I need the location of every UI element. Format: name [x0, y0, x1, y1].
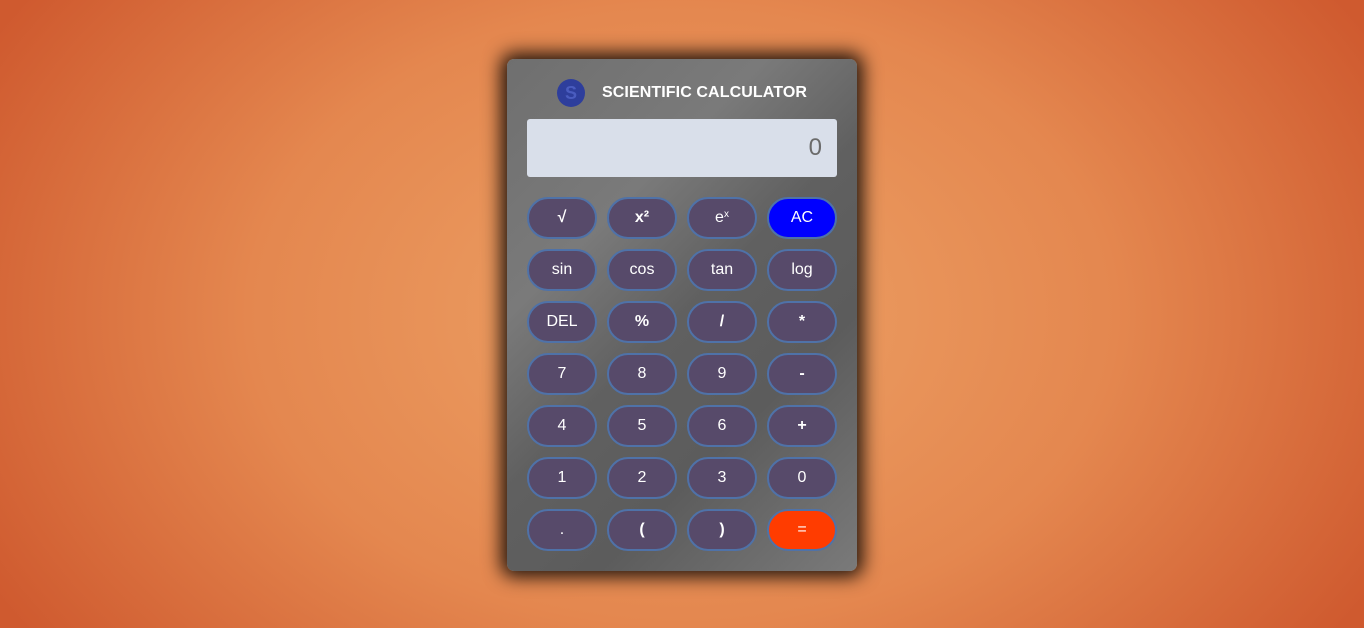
exp-base-label: e: [715, 209, 724, 226]
digit-2-button[interactable]: 2: [607, 457, 677, 499]
digit-4-button[interactable]: 4: [527, 405, 597, 447]
digit-8-button[interactable]: 8: [607, 353, 677, 395]
app-title: SCIENTIFIC CALCULATOR: [601, 84, 808, 101]
delete-button[interactable]: DEL: [527, 301, 597, 343]
logo-letter: S: [564, 82, 577, 103]
tan-button[interactable]: tan: [687, 249, 757, 291]
keypad: √ x² ex AC sin cos tan log DEL % / * 7 8…: [527, 197, 837, 551]
minus-button[interactable]: -: [767, 353, 837, 395]
digit-3-button[interactable]: 3: [687, 457, 757, 499]
exp-power-label: x: [723, 209, 729, 220]
logo-icon: S: [556, 79, 585, 107]
sqrt-button[interactable]: √: [527, 197, 597, 239]
decimal-button[interactable]: .: [527, 509, 597, 551]
plus-button[interactable]: +: [767, 405, 837, 447]
open-paren-button[interactable]: (: [607, 509, 677, 551]
calculator-header: S SCIENTIFIC CALCULATOR: [507, 79, 857, 107]
digit-1-button[interactable]: 1: [527, 457, 597, 499]
percent-button[interactable]: %: [607, 301, 677, 343]
divide-button[interactable]: /: [687, 301, 757, 343]
digit-0-button[interactable]: 0: [767, 457, 837, 499]
all-clear-button[interactable]: AC: [767, 197, 837, 239]
equals-button[interactable]: =: [767, 509, 837, 551]
cos-button[interactable]: cos: [607, 249, 677, 291]
log-button[interactable]: log: [767, 249, 837, 291]
exp-button[interactable]: ex: [687, 197, 757, 239]
digit-5-button[interactable]: 5: [607, 405, 677, 447]
sin-button[interactable]: sin: [527, 249, 597, 291]
digit-9-button[interactable]: 9: [687, 353, 757, 395]
calculator-display: [527, 119, 837, 177]
square-button[interactable]: x²: [607, 197, 677, 239]
multiply-button[interactable]: *: [767, 301, 837, 343]
digit-7-button[interactable]: 7: [527, 353, 597, 395]
display-input[interactable]: [542, 134, 822, 162]
calculator-panel: S SCIENTIFIC CALCULATOR √ x² ex AC sin c…: [507, 59, 857, 571]
close-paren-button[interactable]: ): [687, 509, 757, 551]
digit-6-button[interactable]: 6: [687, 405, 757, 447]
